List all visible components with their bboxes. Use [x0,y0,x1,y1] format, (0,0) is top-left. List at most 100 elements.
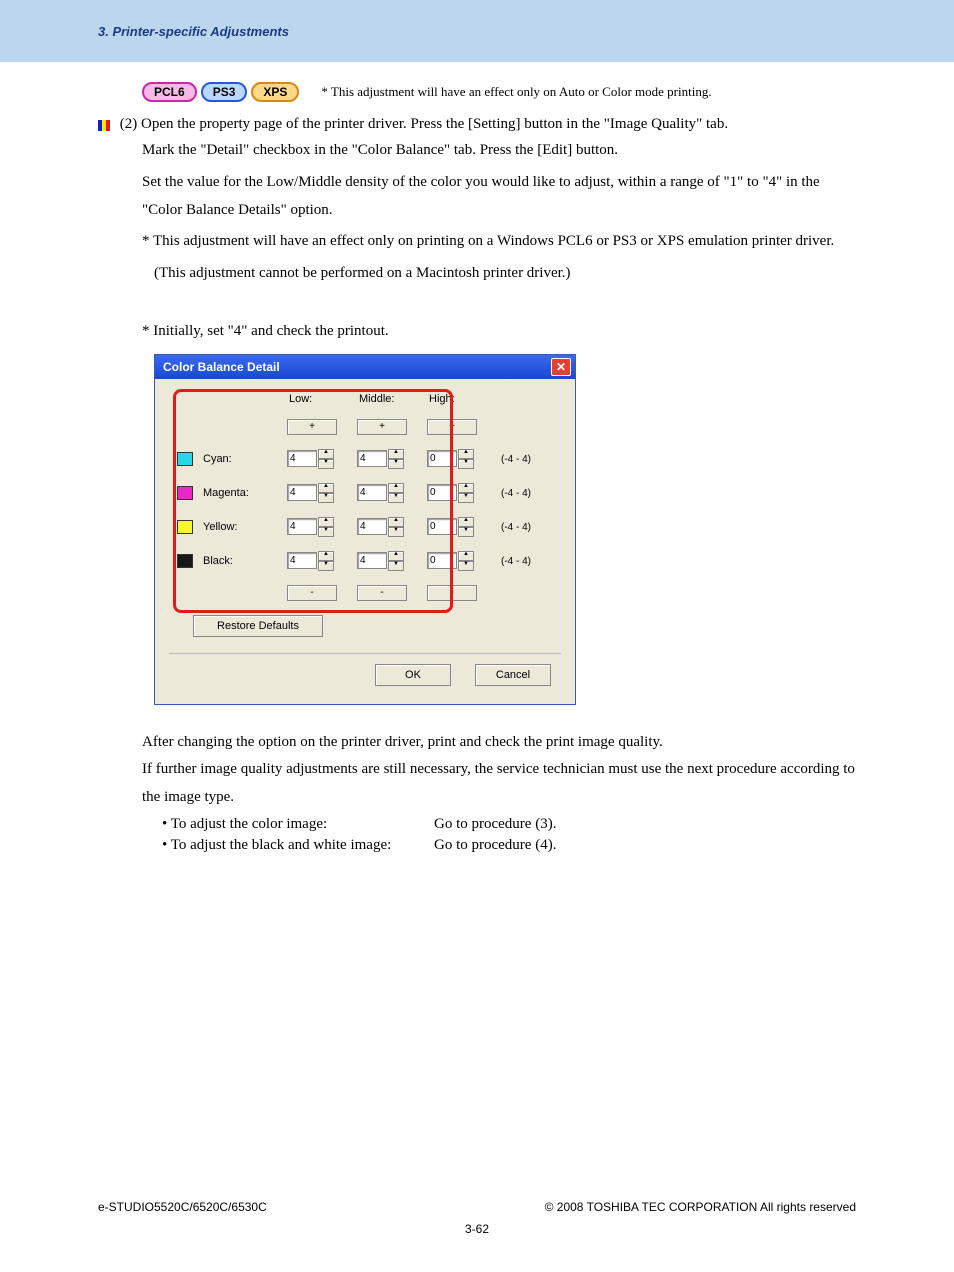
swatch-icon [177,452,193,466]
spin-down-icon[interactable]: ▼ [388,493,404,503]
range-label: (-4 - 4) [497,488,531,499]
step-text-3: Set the value for the Low/Middle density… [142,169,856,225]
low-value[interactable]: 4 [287,552,317,569]
note-1-sub: (This adjustment cannot be performed on … [154,260,856,288]
close-icon[interactable]: ✕ [551,358,571,376]
spin-down-icon[interactable]: ▼ [458,459,474,469]
low-spinner[interactable]: 4▲▼ [287,483,357,503]
high-value[interactable]: 0 [427,552,457,569]
spin-up-icon[interactable]: ▲ [458,551,474,561]
high-spinner[interactable]: 0▲▼ [427,483,497,503]
spin-down-icon[interactable]: ▼ [458,493,474,503]
high-spinner[interactable]: 0▲▼ [427,551,497,571]
badge-pcl6: PCL6 [142,82,197,102]
plus-low-button[interactable]: + [287,419,337,435]
swatch-icon [177,520,193,534]
plus-middle-button[interactable]: + [357,419,407,435]
minus-middle-button[interactable]: - [357,585,407,601]
spin-up-icon[interactable]: ▲ [318,483,334,493]
proc-bw-label: • To adjust the black and white image: [162,837,434,854]
spin-down-icon[interactable]: ▼ [388,459,404,469]
low-spinner[interactable]: 4▲▼ [287,517,357,537]
high-spinner[interactable]: 0▲▼ [427,517,497,537]
middle-spinner[interactable]: 4▲▼ [357,551,427,571]
page-number: 3-62 [0,1222,954,1236]
badge-ps3: PS3 [201,82,248,102]
color-label: Black: [203,554,233,566]
step-text-2: Mark the "Detail" checkbox in the "Color… [142,137,856,165]
middle-value[interactable]: 4 [357,552,387,569]
note-2: * Initially, set "4" and check the print… [142,318,856,346]
color-balance-dialog: Color Balance Detail ✕ Low: Middle: High… [154,354,576,705]
middle-spinner[interactable]: 4▲▼ [357,449,427,469]
plus-high-button[interactable]: + [427,419,477,435]
cancel-button[interactable]: Cancel [475,664,551,686]
range-label: (-4 - 4) [497,522,531,533]
col-high: High: [427,393,497,405]
high-spinner[interactable]: 0▲▼ [427,449,497,469]
middle-value[interactable]: 4 [357,450,387,467]
proc-bw-goto: Go to procedure (4). [434,837,556,854]
spin-up-icon[interactable]: ▲ [388,449,404,459]
spin-down-icon[interactable]: ▼ [318,459,334,469]
after-p1: After changing the option on the printer… [142,729,856,757]
minus-high-button[interactable]: - [427,585,477,601]
star-icon: * [142,233,150,249]
note-2-text: Initially, set "4" and check the printou… [153,323,388,339]
dialog-titlebar[interactable]: Color Balance Detail ✕ [155,355,575,379]
spin-down-icon[interactable]: ▼ [318,527,334,537]
col-low: Low: [287,393,357,405]
note-1-text: This adjustment will have an effect only… [153,233,834,249]
high-value[interactable]: 0 [427,518,457,535]
spin-down-icon[interactable]: ▼ [318,561,334,571]
swatch-icon [177,486,193,500]
spin-down-icon[interactable]: ▼ [388,527,404,537]
middle-spinner[interactable]: 4▲▼ [357,517,427,537]
spin-down-icon[interactable]: ▼ [458,561,474,571]
badge-row: PCL6 PS3 XPS * This adjustment will have… [142,82,856,102]
high-value[interactable]: 0 [427,450,457,467]
low-spinner[interactable]: 4▲▼ [287,449,357,469]
spin-up-icon[interactable]: ▲ [318,449,334,459]
star-icon: * [142,323,150,339]
page-footer: e-STUDIO5520C/6520C/6530C © 2008 TOSHIBA… [0,1200,954,1236]
footer-copyright: © 2008 TOSHIBA TEC CORPORATION All right… [545,1200,856,1214]
high-value[interactable]: 0 [427,484,457,501]
color-label: Yellow: [203,520,237,532]
low-value[interactable]: 4 [287,518,317,535]
spin-up-icon[interactable]: ▲ [458,483,474,493]
restore-defaults-button[interactable]: Restore Defaults [193,615,323,637]
footer-model: e-STUDIO5520C/6520C/6530C [98,1200,267,1214]
spin-down-icon[interactable]: ▼ [458,527,474,537]
low-spinner[interactable]: 4▲▼ [287,551,357,571]
spin-up-icon[interactable]: ▲ [388,517,404,527]
middle-value[interactable]: 4 [357,484,387,501]
spin-up-icon[interactable]: ▲ [458,517,474,527]
spin-up-icon[interactable]: ▲ [318,551,334,561]
low-value[interactable]: 4 [287,450,317,467]
step-text-1: Open the property page of the printer dr… [141,116,728,132]
middle-value[interactable]: 4 [357,518,387,535]
minus-low-button[interactable]: - [287,585,337,601]
dialog-title: Color Balance Detail [163,360,280,374]
page-header: 3. Printer-specific Adjustments [0,0,954,62]
spin-up-icon[interactable]: ▲ [318,517,334,527]
color-marker-icon [98,119,112,130]
spin-up-icon[interactable]: ▲ [388,483,404,493]
col-middle: Middle: [357,393,427,405]
proc-color-label: • To adjust the color image: [162,816,434,833]
range-label: (-4 - 4) [497,556,531,567]
step-number: (2) [120,116,138,132]
after-p2: If further image quality adjustments are… [142,756,856,812]
proc-color-goto: Go to procedure (3). [434,816,556,833]
swatch-icon [177,554,193,568]
low-value[interactable]: 4 [287,484,317,501]
color-label: Cyan: [203,452,232,464]
section-title: 3. Printer-specific Adjustments [98,24,289,39]
ok-button[interactable]: OK [375,664,451,686]
middle-spinner[interactable]: 4▲▼ [357,483,427,503]
spin-up-icon[interactable]: ▲ [388,551,404,561]
spin-up-icon[interactable]: ▲ [458,449,474,459]
spin-down-icon[interactable]: ▼ [388,561,404,571]
spin-down-icon[interactable]: ▼ [318,493,334,503]
